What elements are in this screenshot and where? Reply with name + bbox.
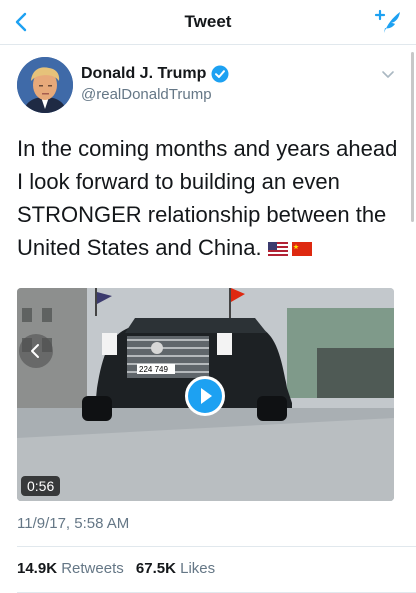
profile-photo [17, 57, 73, 113]
avatar[interactable] [17, 57, 73, 113]
likes-stat[interactable]: 67.5K Likes [136, 560, 215, 577]
tweet-stats: 14.9K Retweets 67.5K Likes [17, 560, 223, 577]
compose-tweet-icon [374, 9, 400, 33]
tweet-options-button[interactable] [380, 66, 396, 82]
china-flag-icon [291, 242, 312, 256]
retweets-stat[interactable]: 14.9K Retweets [17, 560, 124, 577]
page-title: Tweet [184, 12, 232, 31]
chevron-left-icon [31, 344, 39, 358]
author-name-row[interactable]: Donald J. Trump [81, 65, 229, 83]
us-flag-icon [267, 242, 288, 256]
tweet-body: In the coming months and years ahead I l… [17, 136, 398, 260]
play-button[interactable] [185, 376, 225, 416]
compose-tweet-button[interactable] [374, 8, 402, 36]
verified-badge-icon [211, 65, 229, 83]
top-navigation-bar: Tweet [0, 0, 416, 45]
author-display-name: Donald J. Trump [81, 65, 207, 82]
video-duration: 0:56 [21, 476, 61, 496]
author-handle[interactable]: @realDonaldTrump [81, 86, 212, 103]
play-icon [201, 388, 212, 404]
divider [17, 546, 416, 547]
likes-count: 67.5K [135, 560, 176, 577]
license-plate: 224 749 [139, 365, 168, 374]
tweet-text: In the coming months and years ahead I l… [17, 132, 402, 264]
likes-label: Likes [180, 560, 216, 577]
chevron-down-icon [382, 71, 394, 78]
retweets-count: 14.9K [17, 560, 58, 577]
video-player[interactable]: 224 749 0:56 [17, 288, 394, 501]
scrollbar[interactable] [411, 52, 414, 222]
previous-media-button[interactable] [19, 334, 53, 368]
tweet-timestamp: 11/9/17, 5:58 AM [17, 515, 130, 532]
retweets-label: Retweets [61, 560, 124, 577]
